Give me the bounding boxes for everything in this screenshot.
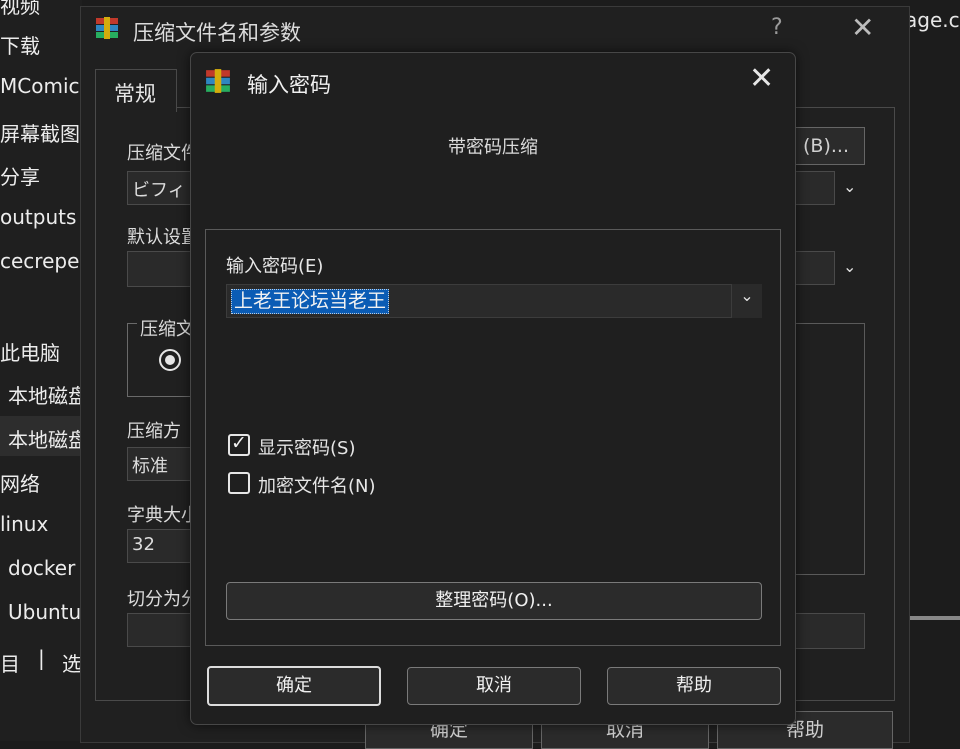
- help-icon[interactable]: ?: [771, 15, 783, 40]
- archive-name-input[interactable]: ビフィ: [127, 171, 199, 205]
- chevron-down-icon[interactable]: ⌄: [843, 257, 856, 276]
- format-group-label: 压缩文: [137, 315, 197, 341]
- options-group: [787, 323, 865, 575]
- archive-name-value: ビフィ: [132, 180, 186, 201]
- help-button[interactable]: 帮助: [607, 667, 781, 705]
- sidebar-item-videos[interactable]: 视频: [0, 0, 40, 19]
- split-volumes-select[interactable]: [127, 613, 195, 647]
- tab-general[interactable]: 常规: [95, 69, 177, 112]
- encrypt-filenames-label[interactable]: 加密文件名(N): [258, 472, 376, 498]
- chevron-down-icon[interactable]: ⌄: [843, 177, 856, 196]
- status-separator: |: [38, 646, 45, 670]
- dictionary-size-select[interactable]: 32: [127, 529, 195, 563]
- password-dialog: 输入密码 ✕ 带密码压缩 输入密码(E) 上老王论坛当老王 ⌄ ✓ 显示密码(S…: [190, 52, 796, 725]
- status-item-count: 目: [0, 652, 20, 676]
- split-volumes-right[interactable]: [787, 613, 865, 649]
- archive-name-label: 压缩文件: [127, 143, 199, 164]
- split-volumes-label: 切分为分: [127, 589, 199, 610]
- sidebar-item-mcomic[interactable]: MComic: [0, 74, 80, 98]
- dictionary-size-value: 32: [132, 534, 155, 555]
- dictionary-size-label: 字典大小: [127, 505, 199, 526]
- sidebar-item-linux[interactable]: linux: [0, 512, 48, 536]
- sidebar-item-share[interactable]: 分享: [0, 161, 40, 190]
- show-password-label[interactable]: 显示密码(S): [258, 434, 355, 460]
- password-group: 输入密码(E) 上老王论坛当老王 ⌄ ✓ 显示密码(S) 加密文件名(N) 整理…: [205, 229, 781, 646]
- format-radio[interactable]: [159, 349, 181, 371]
- status-selected: 选: [62, 652, 82, 676]
- close-icon[interactable]: ✕: [851, 11, 874, 44]
- show-password-checkbox[interactable]: ✓: [228, 432, 250, 456]
- sidebar-item-local-disk-2[interactable]: 本地磁盘: [8, 424, 88, 453]
- cancel-button[interactable]: 取消: [407, 667, 581, 705]
- ok-button[interactable]: 确定: [207, 666, 381, 706]
- window-title: 压缩文件名和参数: [133, 21, 301, 45]
- explorer-sidebar: 视频 下载 MComic 屏幕截图 分享 outputs cecrepe 此电脑…: [0, 0, 88, 741]
- checkmark-icon: ✓: [231, 432, 247, 454]
- tab-general-label: 常规: [114, 82, 156, 106]
- file-name-partial[interactable]: age.c: [905, 8, 960, 32]
- encrypt-filenames-checkbox[interactable]: [228, 472, 250, 494]
- compression-method-label: 压缩方: [127, 421, 181, 442]
- explorer-content-edge: [905, 0, 960, 741]
- sidebar-item-downloads[interactable]: 下载: [0, 30, 40, 59]
- organize-passwords-button[interactable]: 整理密码(O)...: [226, 582, 762, 620]
- profile-select[interactable]: [127, 251, 195, 287]
- close-icon[interactable]: ✕: [749, 61, 774, 96]
- password-label: 输入密码(E): [226, 256, 324, 277]
- sidebar-item-network[interactable]: 网络: [0, 468, 40, 497]
- winrar-icon: [96, 17, 118, 39]
- password-input[interactable]: 上老王论坛当老王: [226, 284, 732, 318]
- dialog-subtitle: 带密码压缩: [448, 137, 538, 158]
- sidebar-item-screenshots[interactable]: 屏幕截图: [0, 118, 80, 147]
- dialog-title: 输入密码: [247, 73, 331, 97]
- sidebar-item-outputs[interactable]: outputs: [0, 205, 76, 229]
- password-history-dropdown[interactable]: ⌄: [732, 284, 762, 318]
- default-profile-label: 默认设置: [127, 227, 199, 248]
- compression-method-select[interactable]: 标准: [127, 447, 195, 481]
- sidebar-item-local-disk[interactable]: 本地磁盘: [8, 380, 88, 409]
- scrollbar-track[interactable]: [905, 616, 960, 620]
- chevron-down-icon: ⌄: [740, 286, 754, 305]
- compression-method-value: 标准: [132, 456, 168, 477]
- sidebar-item-docker[interactable]: docker: [8, 556, 75, 580]
- sidebar-item-ubuntu[interactable]: Ubuntu: [8, 600, 81, 624]
- password-value: 上老王论坛当老王: [231, 289, 390, 314]
- sidebar-item-cecrepe[interactable]: cecrepe: [0, 249, 79, 273]
- browse-button[interactable]: (B)...: [787, 127, 865, 165]
- winrar-icon: [206, 69, 230, 93]
- sidebar-item-this-pc[interactable]: 此电脑: [0, 337, 60, 366]
